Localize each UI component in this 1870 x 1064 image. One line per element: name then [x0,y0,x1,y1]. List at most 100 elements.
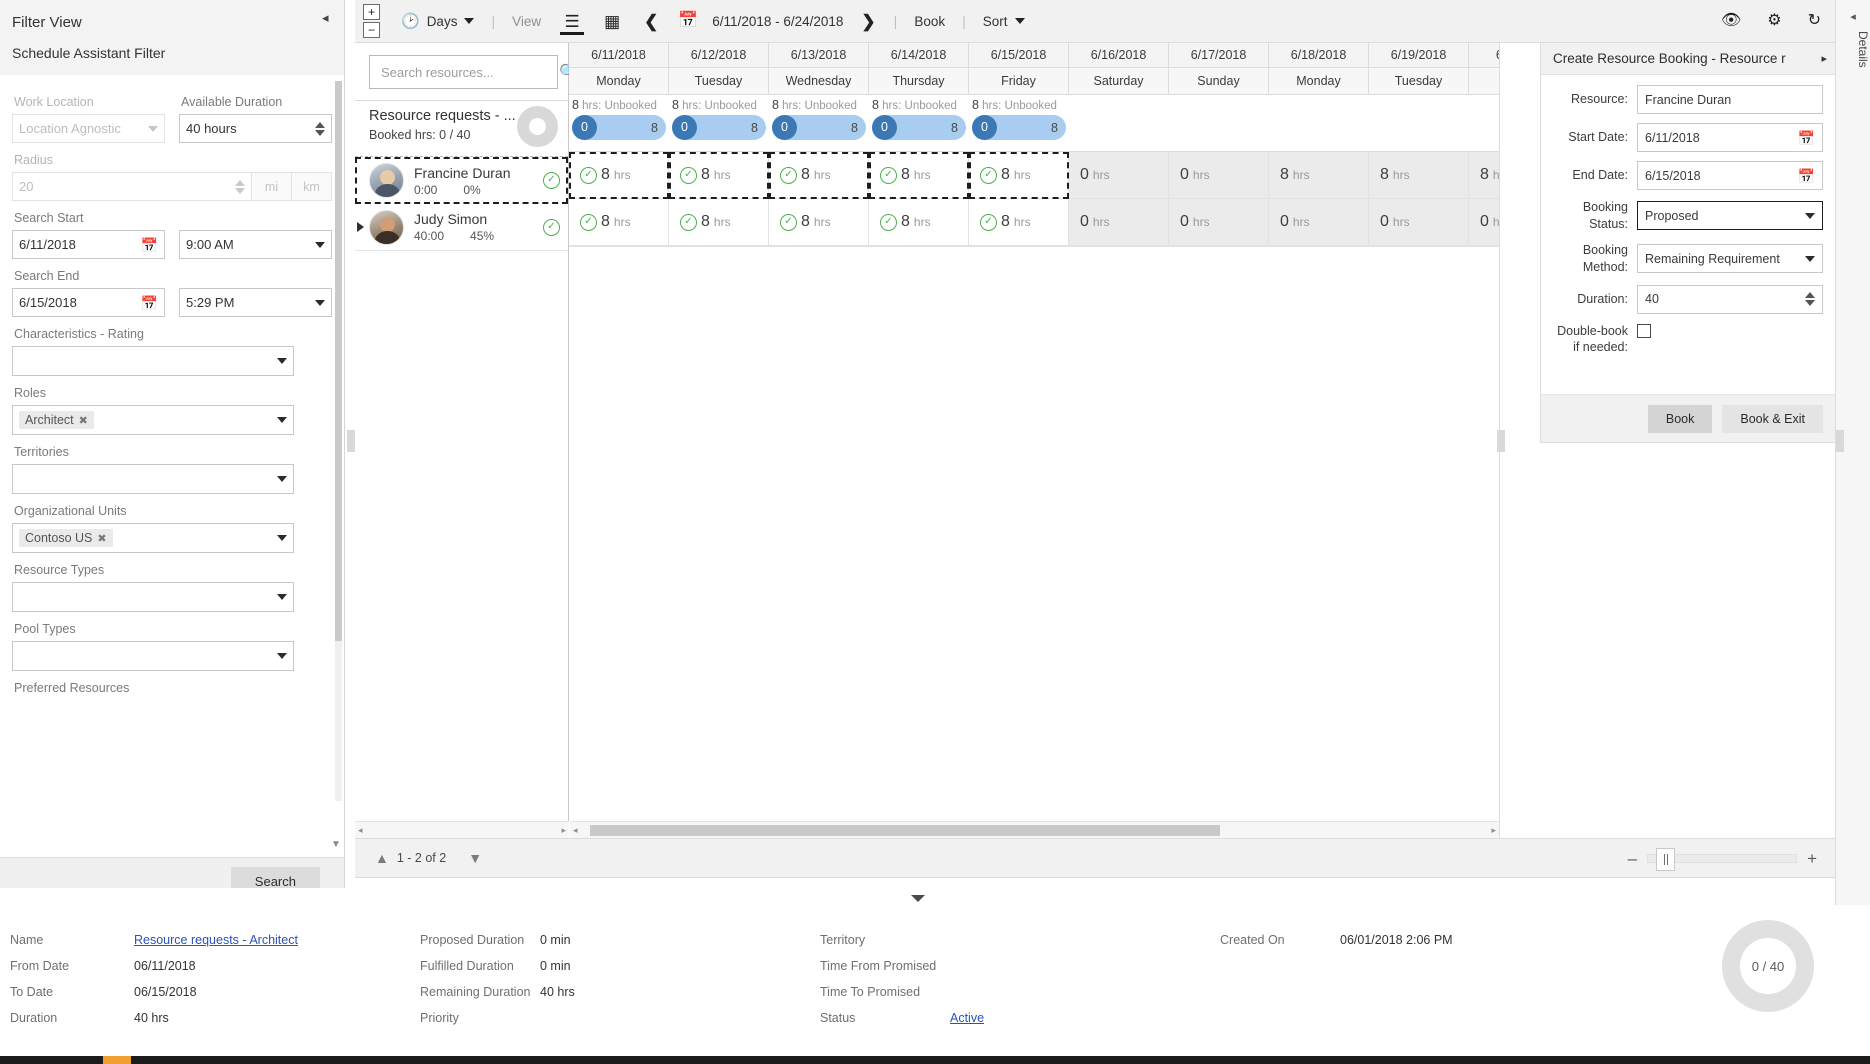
requirement-bar-pill[interactable]: 0 8 [572,115,666,140]
expand-all-button[interactable]: + [363,4,380,20]
grid-view-button[interactable]: ▦ [592,0,632,43]
booking-status-select[interactable]: Proposed [1637,201,1823,230]
availability-cell[interactable]: 8 hrs [1369,152,1469,199]
date-header-cell[interactable]: 6/13/2018 [769,43,869,68]
requirement-bar-cell[interactable]: 8 hrs: Unbooked 0 8 [769,95,869,151]
date-header-cell[interactable]: 6/15/2018 [969,43,1069,68]
grid-hscrollbar[interactable]: ◂ ▸ [570,821,1499,838]
availability-cell[interactable]: 0 hrs [1069,152,1169,199]
date-header-cell[interactable]: 6/17/2018 [1169,43,1269,68]
search-input[interactable] [379,64,559,81]
calendar-icon[interactable]: 📅 [141,238,158,252]
search-start-date-input[interactable]: 6/11/2018 📅 [12,230,165,259]
hscroll-thumb[interactable] [590,825,1220,836]
list-view-button[interactable]: ☰ [552,0,592,43]
end-date-input[interactable]: 6/15/2018 📅 [1637,161,1823,190]
collapse-all-button[interactable]: − [363,22,380,38]
expand-row-icon[interactable] [357,222,364,232]
availability-cell[interactable]: 0 hrs [1469,199,1499,246]
availability-cell[interactable]: 0 hrs [1069,199,1169,246]
refresh-icon[interactable]: ↻ [1808,13,1821,29]
availability-cell[interactable]: ✓ 8 hrs [769,199,869,246]
gear-icon[interactable]: ⚙ [1767,13,1781,29]
availability-cell[interactable]: 8 hrs [1469,152,1499,199]
chevron-right-icon[interactable]: ▸ [1491,825,1496,836]
zoom-slider-thumb[interactable] [1656,848,1675,871]
roles-select[interactable]: Architect ✖ [12,405,294,435]
time-unit-dropdown[interactable]: 🕑 Days [390,0,485,43]
rail-resize-handle[interactable] [1836,430,1844,452]
sort-dropdown[interactable]: Sort [972,0,1036,43]
chevron-left-icon[interactable]: ◂ [358,825,363,836]
date-header-cell[interactable]: 6/14/2018 [869,43,969,68]
double-book-checkbox[interactable] [1637,324,1651,338]
availability-cell[interactable]: ✓ 8 hrs [869,199,969,246]
book-and-exit-button[interactable]: Book & Exit [1722,405,1823,433]
chevron-right-icon[interactable]: ▸ [1817,52,1827,65]
booking-method-select[interactable]: Remaining Requirement [1637,244,1823,273]
organizational-units-select[interactable]: Contoso US ✖ [12,523,294,553]
pool-types-select[interactable] [12,641,294,671]
requirement-name-link[interactable]: Resource requests - Architect [134,933,298,947]
date-header-cell[interactable]: 6/11/2018 [569,43,669,68]
territories-select[interactable] [12,464,294,494]
resource-list-item-0[interactable]: Francine Duran 0:00 0% ✓ [355,157,568,204]
requirement-bar-cell[interactable]: 8 hrs: Unbooked 0 8 [669,95,769,151]
date-picker-button[interactable]: 📅 [670,0,706,43]
duration-stepper[interactable]: 40 [1637,285,1823,314]
unit-mi-button[interactable]: mi [252,172,292,201]
availability-cell[interactable]: ✓ 8 hrs [969,199,1069,246]
search-end-date-input[interactable]: 6/15/2018 📅 [12,288,165,317]
left-panel-resize-handle[interactable] [347,430,355,452]
work-location-select[interactable]: Location Agnostic [12,114,165,143]
requirement-bar-pill[interactable]: 0 8 [672,115,766,140]
availability-cell[interactable]: 0 hrs [1169,152,1269,199]
zoom-slider-track[interactable] [1647,854,1797,863]
zoom-out-button[interactable]: – [1628,850,1637,867]
chevron-down-icon[interactable]: ▼ [446,850,490,866]
resource-field-input[interactable]: Francine Duran [1637,85,1823,114]
availability-cell[interactable]: 0 hrs [1269,199,1369,246]
chevron-left-icon[interactable]: ◂ [1836,0,1870,23]
close-icon[interactable]: ✖ [79,414,88,427]
hscroll-track[interactable] [582,825,1488,836]
date-range-display[interactable]: 6/11/2018 - 6/24/2018 [706,0,849,43]
chevron-up-icon[interactable]: ▲ [367,850,397,866]
details-rail[interactable]: ◂ Details [1835,0,1870,905]
availability-cell[interactable]: ✓ 8 hrs [869,152,969,199]
stepper-arrows-icon[interactable] [1805,292,1815,306]
zoom-in-button[interactable]: + [1807,850,1817,867]
search-start-time-select[interactable]: 9:00 AM [179,230,332,259]
book-button[interactable]: Book [903,0,956,43]
requirement-bar-pill[interactable]: 0 8 [972,115,1066,140]
requirement-bar-pill[interactable]: 0 8 [772,115,866,140]
date-header-cell[interactable]: 6/18/2018 [1269,43,1369,68]
characteristics-rating-select[interactable] [12,346,294,376]
right-panel-resize-handle[interactable] [1497,430,1505,452]
calendar-icon[interactable]: 📅 [141,296,158,310]
eye-icon[interactable]: 👁 [1721,13,1741,29]
requirement-bar-pill[interactable]: 0 8 [872,115,966,140]
calendar-icon[interactable]: 📅 [1798,169,1815,183]
chevron-left-icon[interactable]: ◂ [322,11,336,25]
filter-scrollbar[interactable] [335,81,342,801]
start-date-input[interactable]: 6/11/2018 📅 [1637,123,1823,152]
requirement-bar-cell[interactable]: 8 hrs: Unbooked 0 8 [869,95,969,151]
search-end-time-select[interactable]: 5:29 PM [179,288,332,317]
filter-fields-scroll[interactable]: Work Location Location Agnostic Availabl… [0,75,344,857]
requirement-bar-cell[interactable]: 8 hrs: Unbooked 0 8 [969,95,1069,151]
resource-types-select[interactable] [12,582,294,612]
date-header-cell[interactable]: 6/12/2018 [669,43,769,68]
resource-list-item-1[interactable]: Judy Simon 40:00 45% ✓ [355,204,568,251]
available-duration-stepper[interactable]: 40 hours [179,114,332,143]
radius-input[interactable]: 20 [12,172,252,201]
next-range-button[interactable]: ❯ [849,0,887,43]
availability-cell[interactable]: ✓ 8 hrs [569,152,669,199]
requirement-bar-cell[interactable]: 8 hrs: Unbooked 0 8 [569,95,669,151]
availability-cell[interactable]: ✓ 8 hrs [969,152,1069,199]
chevron-left-icon[interactable]: ◂ [573,825,578,836]
requirement-row[interactable]: Resource requests - ... Booked hrs: 0 / … [355,100,568,157]
prev-range-button[interactable]: ❮ [632,0,670,43]
unit-km-button[interactable]: km [292,172,332,201]
stepper-arrows-icon[interactable] [315,122,325,136]
